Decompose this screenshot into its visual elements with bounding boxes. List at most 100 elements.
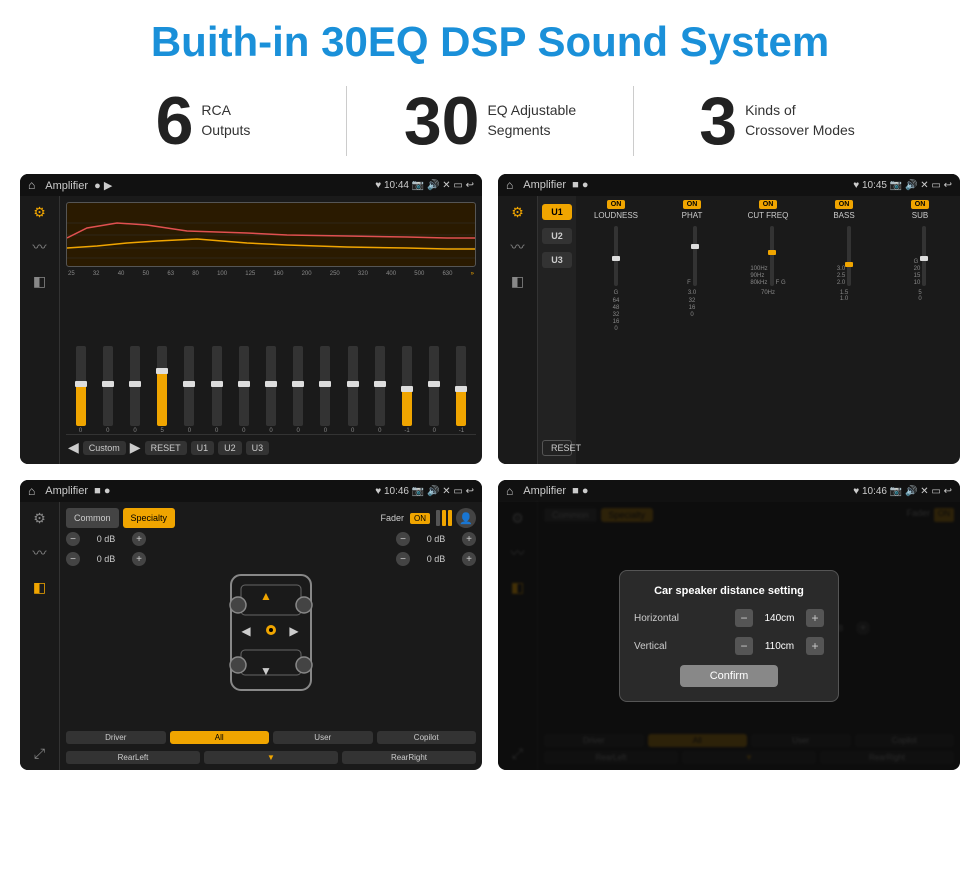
phat-label: PHAT [682, 211, 703, 220]
db-minus-4[interactable]: − [396, 552, 410, 566]
statusbar-3: ⌂ Amplifier ■ ● ♥ 10:46 📷 🔊 ✕ ▭ ↩ [20, 480, 482, 502]
eq-slider-4[interactable]: 5 [150, 346, 175, 434]
eq-slider-14[interactable]: 0 [422, 346, 447, 434]
eq-slider-12[interactable]: 0 [367, 346, 392, 434]
wave-icon-2[interactable]: 〰 [511, 237, 525, 257]
eq-slider-13[interactable]: -1 [394, 346, 419, 434]
stat-number-30: 30 [404, 87, 480, 155]
phat-on-badge[interactable]: ON [683, 200, 702, 209]
db-plus-1[interactable]: + [132, 532, 146, 546]
app-title-1: Amplifier ● ▶ [45, 179, 369, 192]
specialty-tab[interactable]: Specialty [123, 508, 176, 528]
eq-preset-label[interactable]: Custom [83, 441, 126, 455]
eq-next-btn[interactable]: ▶ [130, 439, 141, 456]
stat-label-crossover: Kinds ofCrossover Modes [745, 101, 855, 140]
channel-bass: ON BASS 3.02.52.0 1. [808, 200, 880, 460]
statusbar-2: ⌂ Amplifier ■ ● ♥ 10:45 📷 🔊 ✕ ▭ ↩ [498, 174, 960, 196]
eq-u2-btn[interactable]: U2 [218, 441, 242, 455]
u2-button[interactable]: U2 [542, 228, 572, 244]
status-icons-2: ♥ 10:45 📷 🔊 ✕ ▭ ↩ [853, 180, 952, 191]
horizontal-value: 140cm [757, 613, 802, 624]
speaker-bottom-btns: Driver All User Copilot [66, 731, 476, 744]
db-minus-1[interactable]: − [66, 532, 80, 546]
db-plus-4[interactable]: + [462, 552, 476, 566]
eq-slider-9[interactable]: 0 [286, 346, 311, 434]
eq-slider-5[interactable]: 0 [177, 346, 202, 434]
home-icon-1[interactable]: ⌂ [28, 178, 35, 192]
common-tab[interactable]: Common [66, 508, 119, 528]
rearleft-btn[interactable]: RearLeft [66, 751, 200, 764]
db-minus-2[interactable]: − [66, 552, 80, 566]
loudness-on-badge[interactable]: ON [607, 200, 626, 209]
stat-number-6: 6 [156, 87, 194, 155]
u1-button[interactable]: U1 [542, 204, 572, 220]
channel-loudness: ON LOUDNESS G 644832160 [580, 200, 652, 460]
eq-slider-11[interactable]: 0 [340, 346, 365, 434]
eq-reset-btn[interactable]: RESET [145, 441, 187, 455]
u-buttons-area: U1 U2 U3 RESET [538, 196, 576, 464]
speaker-icon-2[interactable]: ◧ [511, 273, 524, 290]
eq-curve-svg [67, 203, 475, 266]
speaker-icon-3[interactable]: ◧ [33, 579, 46, 596]
vertical-plus-btn[interactable]: + [806, 637, 824, 655]
horizontal-plus-btn[interactable]: + [806, 609, 824, 627]
left-controls: − 0 dB + − 0 dB + [66, 532, 146, 727]
eq-filter-icon[interactable]: ⚙ [33, 204, 46, 221]
cutfreq-on-badge[interactable]: ON [759, 200, 778, 209]
u3-button[interactable]: U3 [542, 252, 572, 268]
eq-slider-6[interactable]: 0 [204, 346, 229, 434]
home-icon-4[interactable]: ⌂ [506, 484, 513, 498]
fader-on-badge[interactable]: ON [410, 513, 430, 524]
sub-on-badge[interactable]: ON [911, 200, 930, 209]
bass-on-badge[interactable]: ON [835, 200, 854, 209]
eq-slider-10[interactable]: 0 [313, 346, 338, 434]
crossover-main: U1 U2 U3 RESET ON LOUDNESS [538, 196, 960, 464]
all-btn[interactable]: All [170, 731, 270, 744]
eq-slider-15[interactable]: -1 [449, 346, 474, 434]
app-title-3: Amplifier ■ ● [45, 485, 369, 497]
fader-sliders [436, 510, 452, 526]
eq-wave-icon[interactable]: 〰 [33, 237, 47, 257]
eq-slider-2[interactable]: 0 [95, 346, 120, 434]
eq-u3-btn[interactable]: U3 [246, 441, 270, 455]
statusbar-1: ⌂ Amplifier ● ▶ ♥ 10:44 📷 🔊 ✕ ▭ ↩ [20, 174, 482, 196]
eq-u1-btn[interactable]: U1 [191, 441, 215, 455]
vertical-minus-btn[interactable]: − [735, 637, 753, 655]
db-minus-3[interactable]: − [396, 532, 410, 546]
db-plus-2[interactable]: + [132, 552, 146, 566]
user-btn-speaker[interactable]: User [273, 731, 373, 744]
driver-btn[interactable]: Driver [66, 731, 166, 744]
eq-main: 2532405063 80100125160200 25032040050063… [60, 196, 482, 464]
eq-slider-3[interactable]: 0 [122, 346, 147, 434]
filter-icon-2[interactable]: ⚙ [511, 204, 524, 221]
stats-row: 6 RCAOutputs 30 EQ AdjustableSegments 3 … [0, 76, 980, 174]
rearright-btn[interactable]: RearRight [342, 751, 476, 764]
stat-label-rca: RCAOutputs [201, 101, 250, 140]
eq-prev-btn[interactable]: ◀ [68, 439, 79, 456]
eq-slider-1[interactable]: 0 [68, 346, 93, 434]
rearleft-down-btn[interactable]: ▼ [204, 751, 338, 764]
status-icons-1: ♥ 10:44 📷 🔊 ✕ ▭ ↩ [375, 180, 474, 191]
time-4: ♥ 10:46 📷 🔊 ✕ ▭ ↩ [853, 486, 952, 497]
filter-icon-3[interactable]: ⚙ [33, 510, 46, 527]
screen-crossover: ⌂ Amplifier ■ ● ♥ 10:45 📷 🔊 ✕ ▭ ↩ ⚙ 〰 ◧ … [498, 174, 960, 464]
arrows-icon-3[interactable]: ⤢ [34, 745, 45, 762]
horizontal-minus-btn[interactable]: − [735, 609, 753, 627]
eq-speaker-icon[interactable]: ◧ [33, 273, 46, 290]
screen-eq: ⌂ Amplifier ● ▶ ♥ 10:44 📷 🔊 ✕ ▭ ↩ ⚙ 〰 ◧ [20, 174, 482, 464]
wave-icon-3[interactable]: 〰 [33, 543, 47, 563]
svg-text:▲: ▲ [260, 589, 272, 603]
eq-slider-7[interactable]: 0 [231, 346, 256, 434]
confirm-button[interactable]: Confirm [680, 665, 779, 687]
dialog-horizontal-label: Horizontal [634, 613, 679, 624]
eq-slider-8[interactable]: 0 [258, 346, 283, 434]
copilot-btn[interactable]: Copilot [377, 731, 477, 744]
profile-icon-3[interactable]: 👤 [456, 508, 476, 528]
vertical-value: 110cm [757, 641, 802, 652]
fader-row: Fader ON [380, 508, 452, 528]
home-icon-2[interactable]: ⌂ [506, 178, 513, 192]
car-svg: ▲ ▼ ◀ ▶ [216, 555, 326, 705]
home-icon-3[interactable]: ⌂ [28, 484, 35, 498]
reset-button-crossover[interactable]: RESET [542, 440, 572, 456]
db-plus-3[interactable]: + [462, 532, 476, 546]
